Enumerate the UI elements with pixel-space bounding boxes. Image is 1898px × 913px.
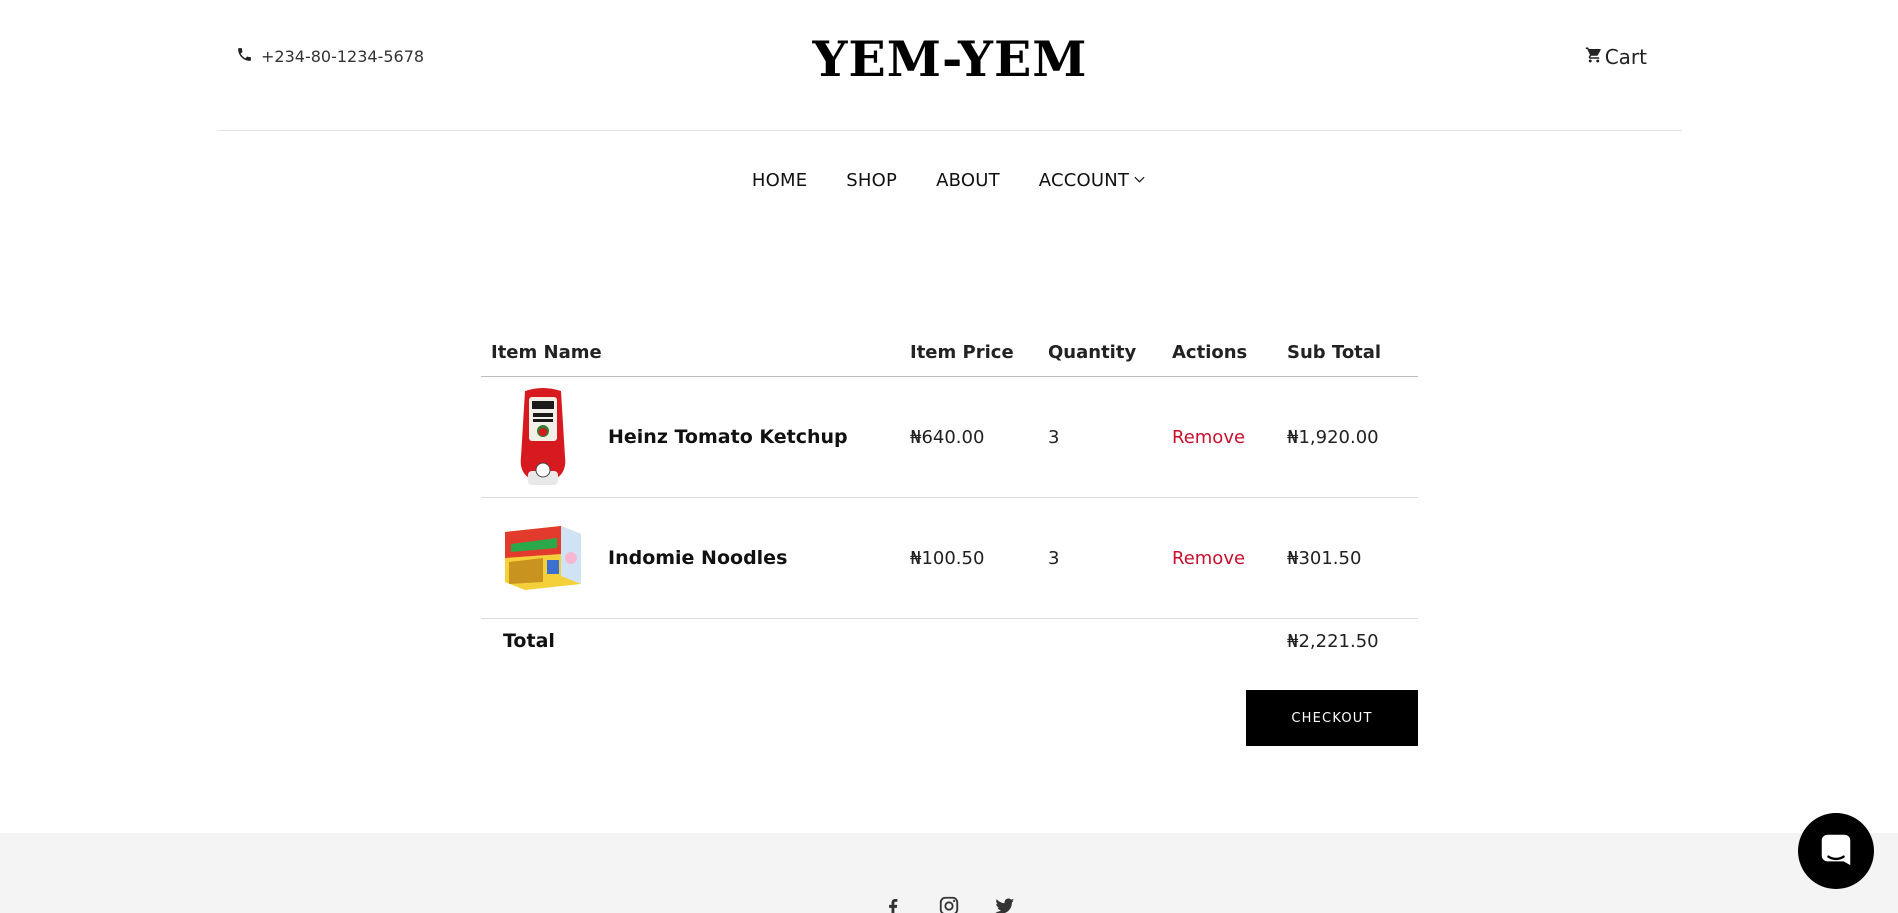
site-footer <box>0 833 1898 913</box>
col-item-name: Item Name <box>491 342 602 363</box>
total-value: ₦2,221.50 <box>1287 630 1379 652</box>
table-row: Indomie Noodles ₦100.50 3 Remove ₦301.50 <box>481 498 1418 619</box>
table-header: Item Name Item Price Quantity Actions Su… <box>481 335 1418 377</box>
ketchup-image[interactable] <box>498 387 588 487</box>
table-row: Heinz Tomato Ketchup ₦640.00 3 Remove ₦1… <box>481 377 1418 498</box>
cart-link[interactable]: Cart <box>1585 45 1647 69</box>
nav-home[interactable]: HOME <box>752 170 807 191</box>
product-name[interactable]: Heinz Tomato Ketchup <box>608 426 848 448</box>
main-nav: HOME SHOP ABOUT ACCOUNT <box>0 170 1898 191</box>
cart-icon <box>1585 45 1605 69</box>
item-subtotal: ₦1,920.00 <box>1287 426 1379 448</box>
product-name[interactable]: Indomie Noodles <box>608 547 787 569</box>
col-sub-total: Sub Total <box>1287 342 1382 363</box>
nav-account[interactable]: ACCOUNT <box>1039 170 1146 191</box>
chat-icon <box>1817 830 1855 872</box>
chat-launcher[interactable] <box>1798 813 1874 889</box>
twitter-icon[interactable] <box>994 895 1016 913</box>
item-quantity: 3 <box>1048 547 1060 569</box>
total-label: Total <box>503 630 555 652</box>
nav-shop[interactable]: SHOP <box>846 170 897 191</box>
remove-button[interactable]: Remove <box>1172 427 1287 448</box>
chevron-down-icon <box>1129 170 1146 191</box>
instagram-icon[interactable] <box>938 895 960 913</box>
facebook-icon[interactable] <box>882 895 904 913</box>
remove-button[interactable]: Remove <box>1172 548 1287 569</box>
checkout-button[interactable]: CHECKOUT <box>1246 690 1418 746</box>
item-price: ₦640.00 <box>910 426 985 448</box>
item-subtotal: ₦301.50 <box>1287 547 1362 569</box>
social-links <box>0 895 1898 913</box>
nav-account-label: ACCOUNT <box>1038 170 1130 191</box>
cart-label: Cart <box>1604 45 1647 69</box>
item-quantity: 3 <box>1048 426 1060 448</box>
cart-table: Item Name Item Price Quantity Actions Su… <box>481 335 1418 663</box>
col-quantity: Quantity <box>1048 342 1137 363</box>
site-logo[interactable]: YEM-YEM <box>218 30 1682 88</box>
nav-about[interactable]: ABOUT <box>936 170 1000 191</box>
site-header: +234-80-1234-5678 YEM-YEM Cart <box>218 0 1682 131</box>
noodles-image[interactable] <box>498 508 588 608</box>
total-row: Total ₦2,221.50 <box>481 619 1418 663</box>
col-actions: Actions <box>1172 342 1248 363</box>
item-price: ₦100.50 <box>910 547 985 569</box>
col-item-price: Item Price <box>910 342 1014 363</box>
